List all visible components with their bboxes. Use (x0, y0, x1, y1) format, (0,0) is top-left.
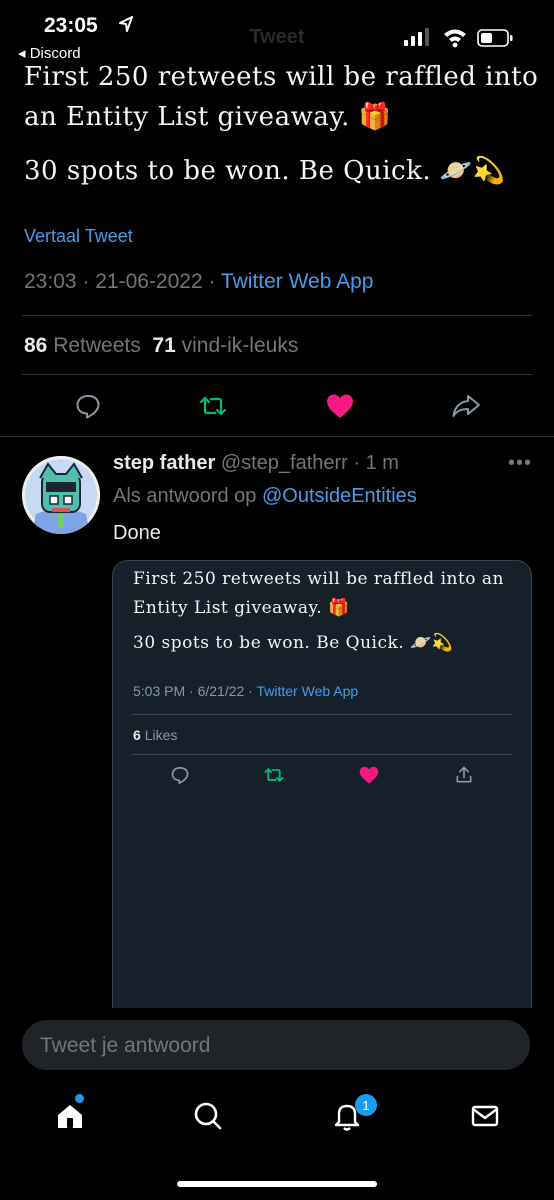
wifi-icon (444, 29, 466, 48)
compose-placeholder: Tweet je antwoord (40, 1034, 211, 1057)
home-icon (58, 1105, 82, 1128)
share-arrow-icon (452, 395, 480, 417)
card-text-line: First 250 retweets will be raffled into … (133, 569, 505, 589)
retweets-stat[interactable]: 86 Retweets (24, 334, 141, 357)
status-icons (404, 26, 520, 55)
card-source-link[interactable]: Twitter Web App (256, 683, 358, 699)
more-options-icon[interactable]: ••• (508, 452, 532, 475)
reply-author[interactable]: step father @step_fatherr · 1 m (113, 452, 399, 475)
reply-text: Done (113, 522, 161, 544)
home-indicator[interactable] (177, 1181, 377, 1187)
tab-messages[interactable] (465, 1096, 505, 1136)
share-button[interactable] (449, 389, 483, 423)
replying-to: Als antwoord op @OutsideEntities (113, 485, 417, 507)
tab-home[interactable] (50, 1096, 90, 1136)
reply-button[interactable] (71, 389, 105, 423)
heart-icon (359, 766, 379, 784)
battery-icon (477, 29, 513, 47)
heart-icon (327, 394, 353, 418)
search-icon (194, 1102, 222, 1130)
card-share-button[interactable] (452, 763, 476, 787)
likes-stat[interactable]: 71 vind-ik-leuks (152, 334, 298, 357)
tweet-text-line: an Entity List giveaway. 🎁 (24, 102, 392, 132)
tweet-text-line: First 250 retweets will be raffled into (24, 62, 539, 92)
card-likes-stat: 6 Likes (133, 727, 178, 743)
replying-to-handle-link[interactable]: @OutsideEntities (262, 485, 417, 507)
divider (131, 754, 513, 755)
divider (131, 714, 513, 715)
tweet-source-link[interactable]: Twitter Web App (221, 270, 374, 293)
avatar[interactable] (22, 456, 100, 534)
like-button[interactable] (323, 389, 357, 423)
comment-icon (171, 767, 189, 785)
divider (22, 374, 532, 375)
location-arrow-icon (118, 14, 134, 39)
retweet-icon (264, 768, 284, 782)
tweet-text-line: 30 spots to be won. Be Quick. 🪐💫 (24, 156, 506, 186)
retweet-icon (199, 396, 227, 416)
tab-search[interactable] (188, 1096, 228, 1136)
card-text-line: Entity List giveaway. 🎁 (133, 598, 350, 618)
card-reply-button[interactable] (168, 763, 192, 787)
card-text-line: 30 spots to be won. Be Quick. 🪐💫 (133, 633, 454, 653)
divider (0, 436, 554, 437)
status-time: 23:05 (44, 14, 98, 37)
tweet-timestamp: 23:03 · 21-06-2022 · (24, 270, 221, 293)
translate-tweet-link[interactable]: Vertaal Tweet (24, 226, 133, 247)
author-name[interactable]: step father (113, 452, 215, 474)
card-like-button[interactable] (357, 763, 381, 787)
notifications-badge: 1 (355, 1094, 377, 1116)
card-meta: 5:03 PM · 6/21/22 · Twitter Web App (133, 683, 359, 699)
embedded-tweet-card[interactable]: First 250 retweets will be raffled into … (112, 560, 532, 1032)
unread-dot (75, 1094, 84, 1103)
mail-icon (471, 1105, 499, 1127)
tweet-meta: 23:03 · 21-06-2022 · Twitter Web App (24, 270, 373, 294)
share-icon (456, 766, 472, 783)
signal-icon (404, 28, 429, 46)
card-retweet-button[interactable] (262, 763, 286, 787)
tweet-stats: 86 Retweets 71 vind-ik-leuks (24, 334, 298, 358)
divider (22, 315, 532, 316)
author-handle: @step_fatherr · 1 m (220, 452, 399, 474)
retweet-button[interactable] (196, 389, 230, 423)
comment-icon (76, 395, 100, 419)
